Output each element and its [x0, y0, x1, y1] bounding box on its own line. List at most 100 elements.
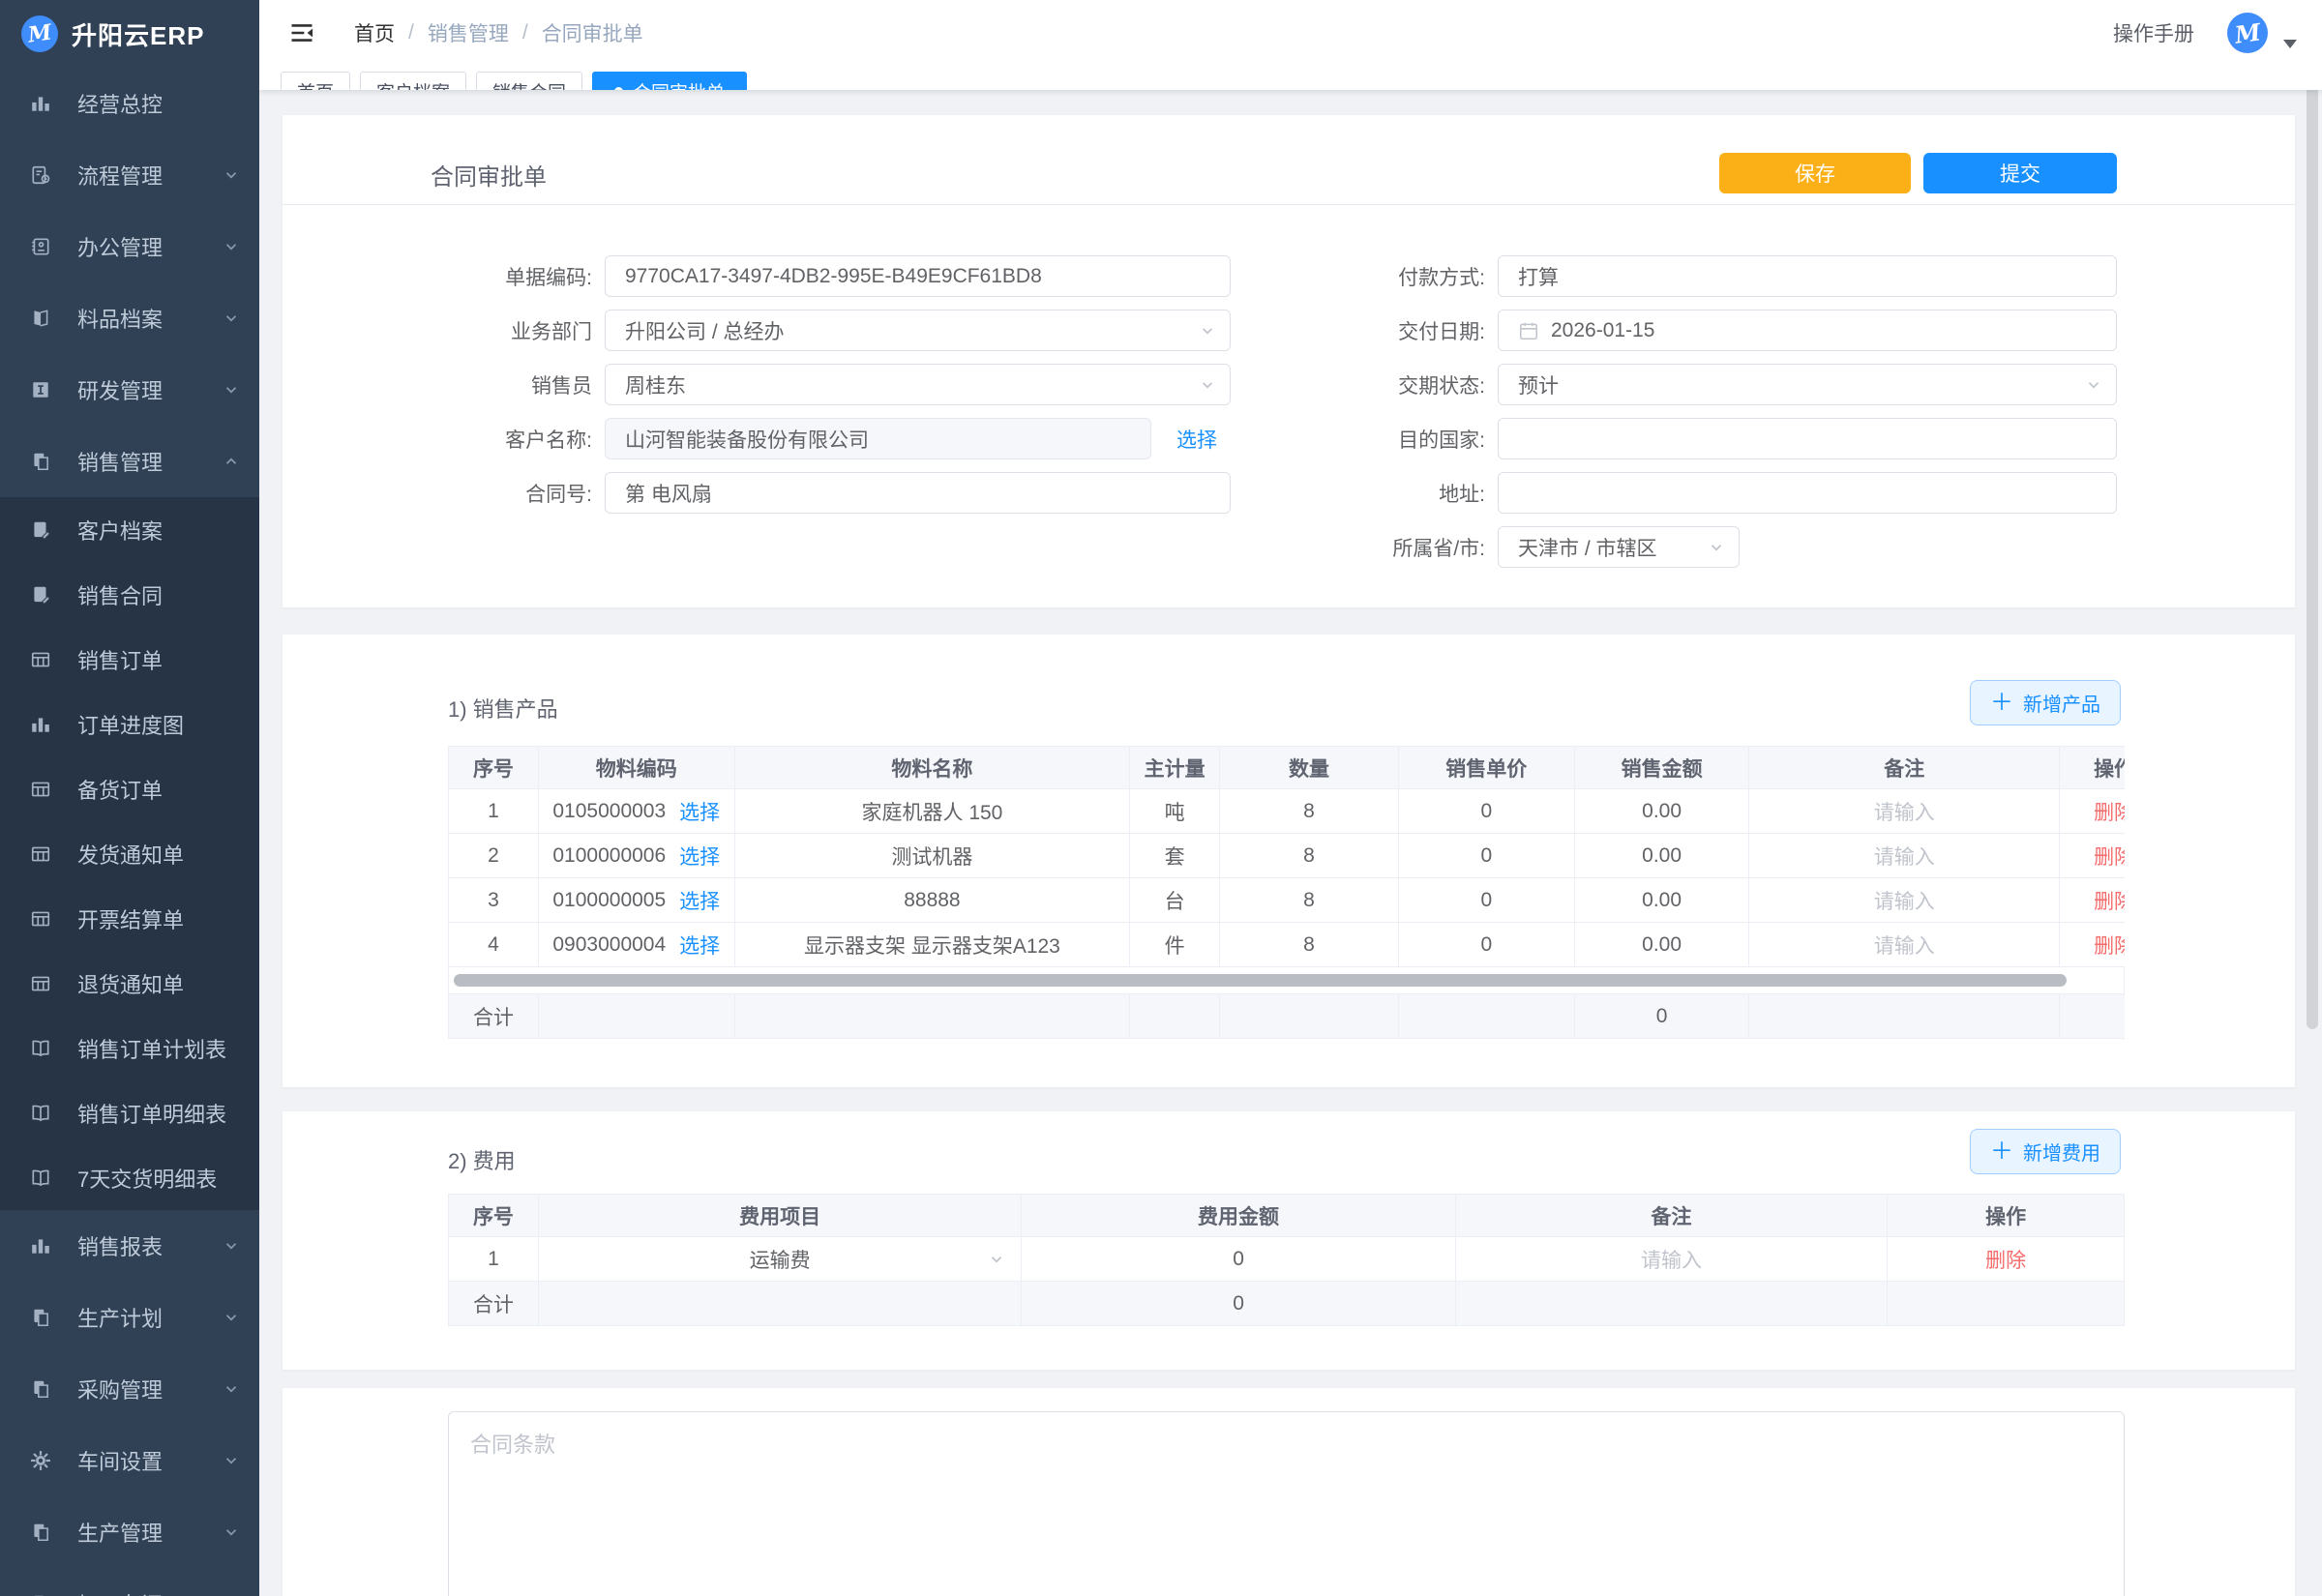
customer-select-link[interactable]: 选择: [1176, 425, 1217, 454]
actions-cell: 删除: [2060, 834, 2125, 877]
sidebar-toggle-icon[interactable]: [288, 19, 315, 46]
tab-home[interactable]: 首页: [281, 72, 350, 90]
destination-country-input[interactable]: [1498, 418, 2117, 459]
sidebar-item-dashboard[interactable]: 经营总控: [0, 68, 259, 139]
col-material-code: 物料编码: [539, 747, 735, 788]
sidebar-item-rnd-mgmt[interactable]: 研发管理: [0, 354, 259, 426]
delete-row-link[interactable]: 删除: [1985, 1245, 2026, 1274]
remark-cell[interactable]: 请输入: [1749, 789, 2060, 833]
price-cell[interactable]: 0: [1399, 789, 1575, 833]
breadcrumb-current: 合同审批单: [542, 18, 643, 47]
tab-contract-approval[interactable]: 合同审批单: [592, 72, 747, 90]
sidebar-item-return-notice[interactable]: 退货通知单: [0, 951, 259, 1016]
delivery-status-label: 交期状态:: [1263, 370, 1485, 399]
select-material-link[interactable]: 选择: [679, 886, 720, 915]
rnd-square-icon: [29, 378, 52, 401]
tab-sales-contract[interactable]: 销售合同: [476, 72, 582, 90]
tab-customer-archive[interactable]: 客户档案: [360, 72, 466, 90]
price-cell[interactable]: 0: [1399, 878, 1575, 922]
sidebar-item-invoice-settlement[interactable]: 开票结算单: [0, 886, 259, 951]
avatar[interactable]: M: [2227, 13, 2268, 53]
remark-cell[interactable]: 请输入: [1456, 1237, 1888, 1281]
business-dept-select[interactable]: 升阳公司 / 总经办: [605, 310, 1231, 351]
delete-row-link[interactable]: 删除: [2094, 797, 2125, 826]
submit-button[interactable]: 提交: [1923, 153, 2117, 193]
save-button[interactable]: 保存: [1719, 153, 1911, 193]
sidebar-item-production-plan[interactable]: 生产计划: [0, 1282, 259, 1353]
sidebar-item-sales-contract[interactable]: 销售合同: [0, 562, 259, 627]
sidebar-item-label: 车间设置: [77, 1445, 223, 1476]
actions-cell: 删除: [2060, 878, 2125, 922]
select-material-link[interactable]: 选择: [679, 931, 720, 960]
delete-row-link[interactable]: 删除: [2094, 886, 2125, 915]
top-bar: 首页 / 销售管理 / 合同审批单 操作手册 M: [259, 0, 2322, 66]
horizontal-scrollbar-thumb[interactable]: [454, 974, 2067, 987]
sidebar-item-office-mgmt[interactable]: 办公管理: [0, 211, 259, 282]
add-fee-button[interactable]: ＋新增费用: [1970, 1129, 2121, 1174]
topbar-right: 操作手册 M: [2113, 13, 2297, 53]
delivery-status-select[interactable]: 预计: [1498, 364, 2117, 405]
qty-cell[interactable]: 8: [1220, 923, 1399, 966]
select-material-link[interactable]: 选择: [679, 842, 720, 871]
sidebar-item-order-progress[interactable]: 订单进度图: [0, 692, 259, 756]
total-cell: [1888, 1282, 2124, 1325]
qty-cell[interactable]: 8: [1220, 789, 1399, 833]
fee-amount-cell[interactable]: 0: [1022, 1237, 1455, 1281]
address-label: 地址:: [1263, 479, 1485, 508]
avatar-dropdown-caret-icon[interactable]: [2283, 40, 2297, 48]
fee-item-select[interactable]: 运输费: [539, 1237, 1022, 1281]
sidebar-item-materials-archive[interactable]: 料品档案: [0, 282, 259, 354]
order-code-input[interactable]: 9770CA17-3497-4DB2-995E-B49E9CF61BD8: [605, 255, 1231, 297]
sidebar-item-stock-order[interactable]: 备货订单: [0, 756, 259, 821]
qty-cell[interactable]: 8: [1220, 878, 1399, 922]
sidebar-item-order-plan-report[interactable]: 销售订单计划表: [0, 1016, 259, 1080]
contract-terms-textarea[interactable]: [448, 1411, 2125, 1596]
payment-method-input[interactable]: 打算: [1498, 255, 2117, 297]
sidebar-item-sales-mgmt[interactable]: 销售管理: [0, 426, 259, 497]
chevron-down-icon: [988, 1251, 1005, 1268]
vertical-scrollbar-thumb[interactable]: [2307, 85, 2318, 1029]
copy-docs-icon: [29, 1306, 52, 1329]
sidebar-item-sales-report[interactable]: 销售报表: [0, 1210, 259, 1282]
delivery-date-input[interactable]: 2026-01-15: [1498, 310, 2117, 351]
price-cell[interactable]: 0: [1399, 834, 1575, 877]
delete-row-link[interactable]: 删除: [2094, 931, 2125, 960]
select-material-link[interactable]: 选择: [679, 797, 720, 826]
row-index: 1: [449, 789, 539, 833]
open-book-icon: [29, 1167, 52, 1190]
order-code-label: 单据编码:: [283, 262, 592, 291]
price-cell[interactable]: 0: [1399, 923, 1575, 966]
sidebar-item-customer-archive[interactable]: 客户档案: [0, 497, 259, 562]
address-input[interactable]: [1498, 472, 2117, 514]
chevron-down-icon: [223, 381, 240, 399]
sidebar-item-process-mgmt[interactable]: 流程管理: [0, 139, 259, 211]
breadcrumb-sales[interactable]: 销售管理: [428, 18, 509, 47]
province-city-select[interactable]: 天津市 / 市辖区: [1498, 526, 1740, 568]
sidebar: M 升阳云ERP 经营总控流程管理办公管理料品档案研发管理销售管理客户档案销售合…: [0, 0, 259, 1596]
salesperson-select[interactable]: 周桂东: [605, 364, 1231, 405]
remark-cell[interactable]: 请输入: [1749, 834, 2060, 877]
qty-cell[interactable]: 8: [1220, 834, 1399, 877]
delete-row-link[interactable]: 删除: [2094, 842, 2125, 871]
chevron-down-icon: [1199, 322, 1216, 340]
sidebar-item-workshop-settings[interactable]: 车间设置: [0, 1425, 259, 1496]
sidebar-item-shipping-notice[interactable]: 发货通知单: [0, 821, 259, 886]
sidebar-item-processing-workshop[interactable]: 加工车间: [0, 1568, 259, 1596]
sidebar-item-purchase-mgmt[interactable]: 采购管理: [0, 1353, 259, 1425]
sidebar-item-sales-order[interactable]: 销售订单: [0, 627, 259, 692]
add-product-button[interactable]: ＋新增产品: [1970, 680, 2121, 725]
sidebar-item-delivery-7day-report[interactable]: 7天交货明细表: [0, 1145, 259, 1210]
delivery-date-label: 交付日期:: [1263, 316, 1485, 345]
horizontal-scrollbar[interactable]: [448, 967, 2125, 993]
sidebar-item-production-mgmt[interactable]: 生产管理: [0, 1496, 259, 1568]
material-name-cell: 88888: [735, 878, 1131, 922]
breadcrumb-home[interactable]: 首页: [354, 18, 395, 47]
manual-link[interactable]: 操作手册: [2113, 18, 2194, 47]
contract-no-input[interactable]: 第 电风扇: [605, 472, 1231, 514]
sidebar-item-order-detail-report[interactable]: 销售订单明细表: [0, 1080, 259, 1145]
remark-cell[interactable]: 请输入: [1749, 878, 2060, 922]
title-divider: [283, 204, 2295, 205]
remark-cell[interactable]: 请输入: [1749, 923, 2060, 966]
row-index: 4: [449, 923, 539, 966]
sidebar-item-label: 流程管理: [77, 160, 223, 191]
